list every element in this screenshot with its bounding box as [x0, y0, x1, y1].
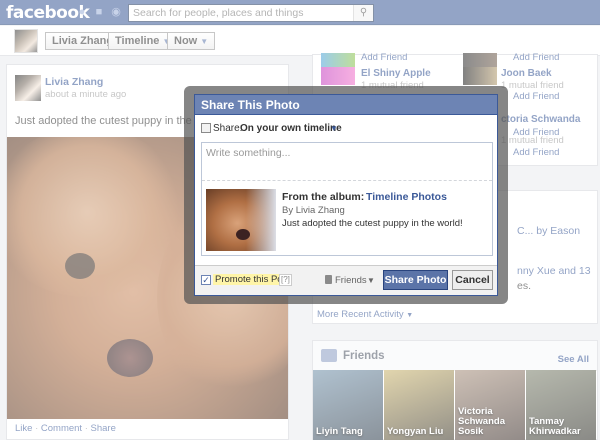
- dialog-footer: ✓ Promote this Post [?] Friends ▼ Share …: [195, 265, 497, 295]
- photo-description: Just adopted the cutest puppy in the wor…: [282, 218, 463, 229]
- share-photo-button[interactable]: Share Photo: [383, 270, 448, 290]
- chevron-down-icon[interactable]: ▼: [367, 276, 375, 285]
- dialog-title: Share This Photo: [195, 95, 497, 115]
- cancel-button[interactable]: Cancel: [452, 270, 493, 290]
- chevron-down-icon[interactable]: ▼: [330, 124, 338, 133]
- compose-box: From the album: Timeline Photos By Livia…: [201, 142, 493, 256]
- promote-checkbox[interactable]: ✓: [201, 275, 211, 285]
- write-something-input[interactable]: [202, 143, 492, 181]
- audience-selector[interactable]: Friends: [335, 275, 367, 286]
- photo-thumbnail: [206, 189, 276, 251]
- lock-icon: [325, 275, 332, 284]
- share-photo-dialog: Share This Photo Share: On your own time…: [194, 94, 498, 296]
- help-icon[interactable]: [?]: [279, 274, 292, 286]
- photo-byline: By Livia Zhang: [282, 205, 345, 216]
- share-icon: [201, 123, 211, 133]
- album-link[interactable]: Timeline Photos: [366, 191, 447, 203]
- share-target-dropdown[interactable]: On your own timeline: [240, 123, 342, 134]
- album-label: From the album:: [282, 191, 365, 203]
- share-label: Share:: [213, 123, 243, 134]
